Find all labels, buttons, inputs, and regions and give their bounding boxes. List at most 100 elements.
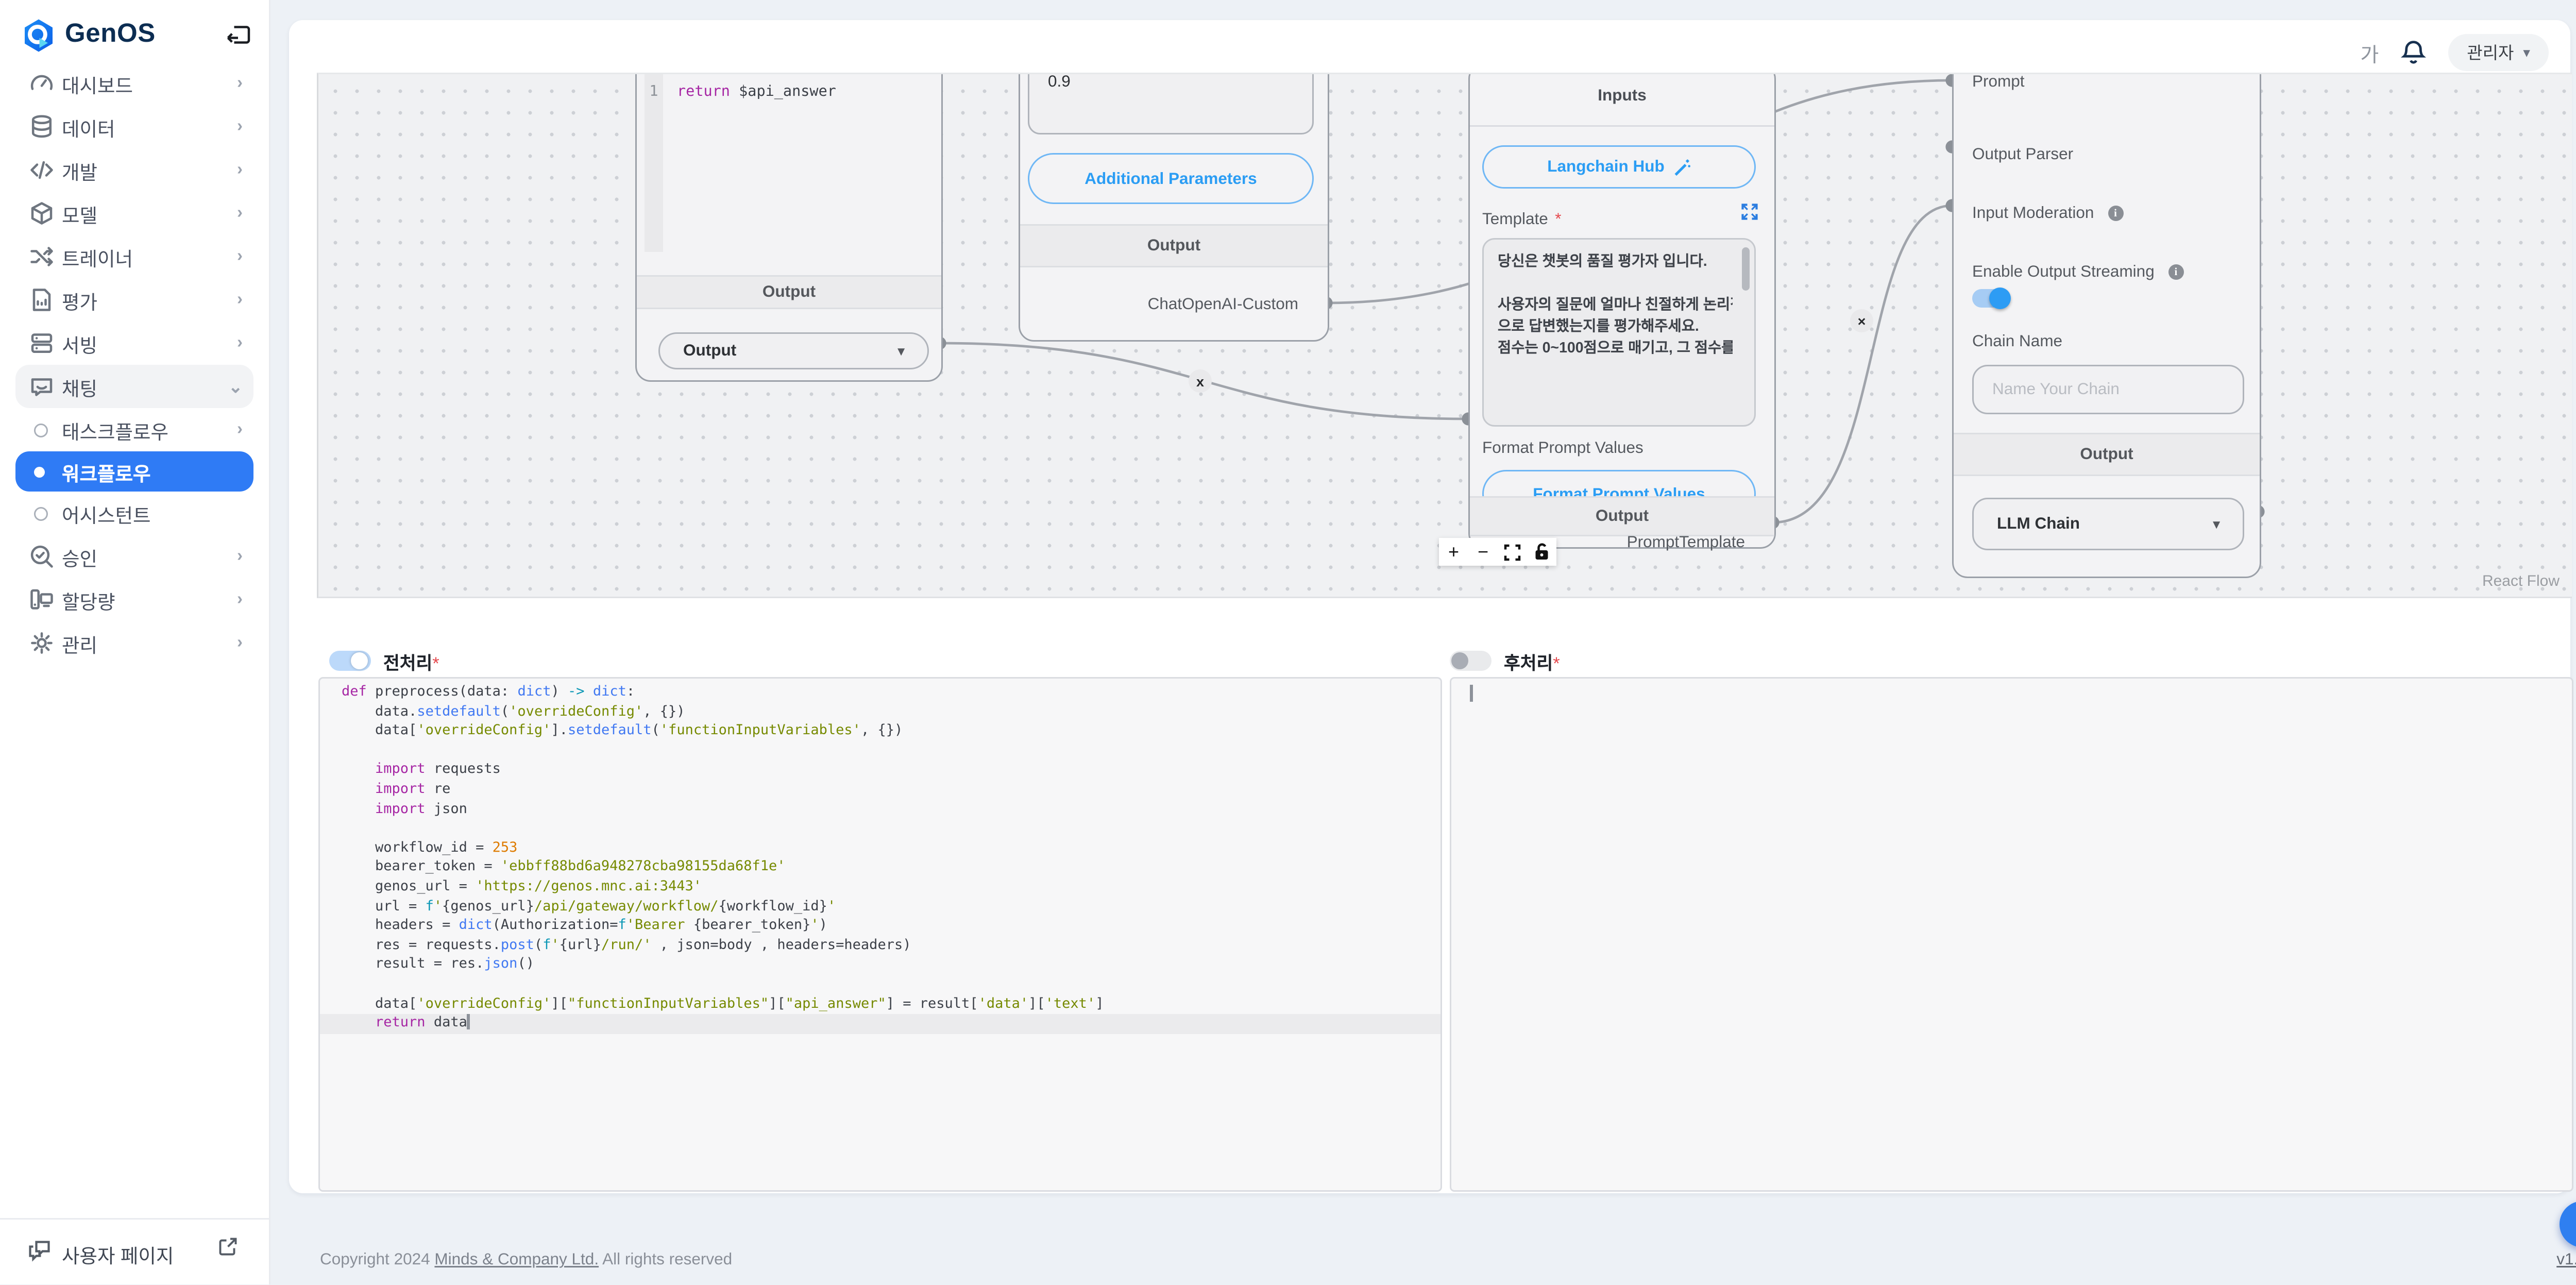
admin-icon	[28, 629, 56, 657]
code-line[interactable]: workflow_id = 253	[320, 839, 1440, 858]
app-title: GenOS	[65, 19, 156, 49]
output-handle-label: ChatOpenAI-Custom	[1148, 295, 1298, 314]
database-icon	[28, 113, 56, 141]
zoom-in-button[interactable]: +	[1439, 538, 1468, 566]
temperature-value: 0.9	[1048, 73, 1071, 91]
magic-wand-icon	[1672, 158, 1691, 176]
font-size-button[interactable]: 가	[2360, 38, 2379, 67]
chat-icon	[28, 373, 56, 400]
code-line[interactable]: import re	[320, 781, 1440, 800]
code-line[interactable]: res = requests.post(f'{url}/run/' , json…	[320, 936, 1440, 956]
sidebar-item-대시보드[interactable]: 대시보드 ›	[0, 62, 269, 105]
textarea-scrollbar[interactable]	[1742, 247, 1750, 291]
react-flow-attribution[interactable]: React Flow	[2482, 573, 2560, 590]
code-line-number: 1	[645, 83, 663, 100]
approval-icon	[28, 543, 56, 570]
workflow-canvas[interactable]: x × 1 return $api_answer Output Output ▼…	[317, 73, 2572, 598]
node-prompt-template[interactable]: Inputs Langchain Hub Template *	[1468, 73, 1776, 549]
template-textarea[interactable]: 당신은 챗봇의 품질 평가자 입니다. 사용자의 질문에 얼마나 친절하게 논리…	[1482, 238, 1756, 427]
fit-view-button[interactable]	[1498, 538, 1527, 566]
external-link-icon	[218, 1237, 238, 1257]
sidebar-item-평가[interactable]: 평가 ›	[0, 278, 269, 322]
chevron-icon: ›	[237, 117, 243, 136]
sidebar-item-채팅[interactable]: 채팅 ⌄	[15, 365, 253, 408]
sidebar-footer[interactable]: 사용자 페이지	[0, 1219, 269, 1285]
code-line[interactable]	[320, 741, 1440, 761]
lock-button[interactable]	[1527, 538, 1556, 566]
notifications-bell-icon[interactable]	[2400, 39, 2427, 66]
node-chatopenai[interactable]: 0.9 Additional Parameters Output ChatOpe…	[1019, 73, 1329, 342]
expand-icon[interactable]	[1740, 202, 1759, 221]
node-code[interactable]: return $api_answer	[677, 83, 836, 100]
header-actions: 가 관리자 ▾	[2360, 34, 2549, 71]
profile-menu[interactable]: 관리자 ▾	[2448, 34, 2549, 71]
code-line[interactable]: data['overrideConfig'].setdefault('funct…	[320, 722, 1440, 742]
copyright: Copyright 2024 Minds & Company Ltd. All …	[320, 1250, 732, 1269]
chevron-icon: ›	[237, 204, 243, 223]
company-link[interactable]: Minds & Company Ltd.	[434, 1250, 599, 1269]
output-parser-input-label: Output Parser	[1972, 139, 2073, 167]
code-line[interactable]	[320, 975, 1440, 995]
zoom-out-button[interactable]: −	[1468, 538, 1498, 566]
node-custom-function[interactable]: 1 return $api_answer Output Output ▼	[635, 73, 943, 382]
sidebar-item-관리[interactable]: 관리 ›	[0, 621, 269, 665]
code-line[interactable]: import requests	[320, 761, 1440, 781]
chevron-icon: ›	[237, 334, 243, 352]
edge-delete-button[interactable]: ×	[1850, 309, 1873, 332]
node-llm-chain[interactable]: Prompt Output Parser Input Moderation i …	[1952, 73, 2261, 578]
sidebar-menu: 대시보드 › 데이터 › 개발 › 모델 › 트레이너 › 평가 › 서빙 › …	[0, 62, 269, 665]
node-output-section: Output	[1954, 433, 2260, 476]
sidebar-item-할당량[interactable]: 할당량 ›	[0, 578, 269, 621]
scroll-to-top-button[interactable]	[2560, 1201, 2576, 1247]
preprocess-code-editor[interactable]: def preprocess(data: dict) -> dict: data…	[318, 677, 1442, 1192]
chevron-down-icon: ▾	[2523, 44, 2530, 61]
additional-parameters-button[interactable]: Additional Parameters	[1028, 153, 1314, 204]
sidebar-item-모델[interactable]: 모델 ›	[0, 192, 269, 235]
code-line[interactable]: return data	[320, 1014, 1440, 1034]
code-line[interactable]: genos_url = 'https://genos.mnc.ai:3443'	[320, 878, 1440, 898]
chain-name-input[interactable]: Name Your Chain	[1972, 365, 2244, 414]
langchain-hub-button[interactable]: Langchain Hub	[1482, 145, 1756, 189]
preprocess-toggle[interactable]	[329, 651, 371, 671]
chevron-icon: ›	[237, 590, 243, 609]
sidebar-item-어시스턴트[interactable]: 어시스턴트	[0, 492, 269, 535]
bullet-icon	[34, 466, 45, 477]
info-icon[interactable]: i	[2108, 206, 2123, 221]
code-line[interactable]: result = res.json()	[320, 956, 1440, 975]
enable-output-streaming-label: Enable Output Streaming i	[1972, 257, 2183, 284]
sidebar-item-데이터[interactable]: 데이터 ›	[0, 105, 269, 148]
postprocess-label: 후처리*	[1504, 651, 1560, 675]
version-link[interactable]: v1.2.2	[2556, 1250, 2576, 1269]
code-line[interactable]: import json	[320, 800, 1440, 820]
edge-delete-button[interactable]: x	[1189, 369, 1212, 393]
output-variable-select[interactable]: Output ▼	[658, 332, 929, 369]
code-line[interactable]: def preprocess(data: dict) -> dict:	[320, 683, 1440, 703]
code-line[interactable]: url = f'{genos_url}/api/gateway/workflow…	[320, 898, 1440, 917]
preprocess-label: 전처리*	[383, 651, 439, 675]
postprocess-toggle[interactable]	[1450, 651, 1492, 671]
code-line[interactable]: headers = dict(Authorization=f'Bearer {b…	[320, 917, 1440, 936]
code-line[interactable]: data.setdefault('overrideConfig', {})	[320, 703, 1440, 722]
sidebar-item-개발[interactable]: 개발 ›	[0, 148, 269, 192]
sidebar-item-워크플로우[interactable]: 워크플로우	[15, 451, 253, 492]
code-line[interactable]: data['overrideConfig']["functionInputVar…	[320, 995, 1440, 1015]
postprocess-code-editor[interactable]	[1450, 677, 2573, 1192]
sidebar-item-서빙[interactable]: 서빙 ›	[0, 322, 269, 365]
info-icon[interactable]: i	[2168, 264, 2183, 280]
screen: GenOS 대시보드 › 데이터 › 개발 › 모델 › 트레이너 › 평가 ›…	[0, 0, 2576, 1285]
chain-output-select[interactable]: LLM Chain ▼	[1972, 498, 2244, 550]
code-line[interactable]	[320, 819, 1440, 839]
temperature-input[interactable]: 0.9	[1028, 73, 1314, 134]
chevron-down-icon: ▼	[2210, 517, 2223, 531]
genos-logo-icon	[20, 17, 57, 54]
sidebar-collapse-icon[interactable]	[226, 23, 250, 46]
chevron-icon: ›	[237, 161, 243, 179]
sidebar-item-승인[interactable]: 승인 ›	[0, 535, 269, 578]
quota-icon	[28, 586, 56, 614]
node-inputs-header: Inputs	[1470, 73, 1774, 127]
code-line[interactable]: bearer_token = 'ebbff88bd6a948278cba9815…	[320, 858, 1440, 878]
node-output-section: Output	[1470, 496, 1774, 536]
sidebar-item-트레이너[interactable]: 트레이너 ›	[0, 235, 269, 278]
sidebar-item-태스크플로우[interactable]: 태스크플로우›	[0, 408, 269, 451]
output-streaming-toggle[interactable]	[1972, 289, 2009, 308]
